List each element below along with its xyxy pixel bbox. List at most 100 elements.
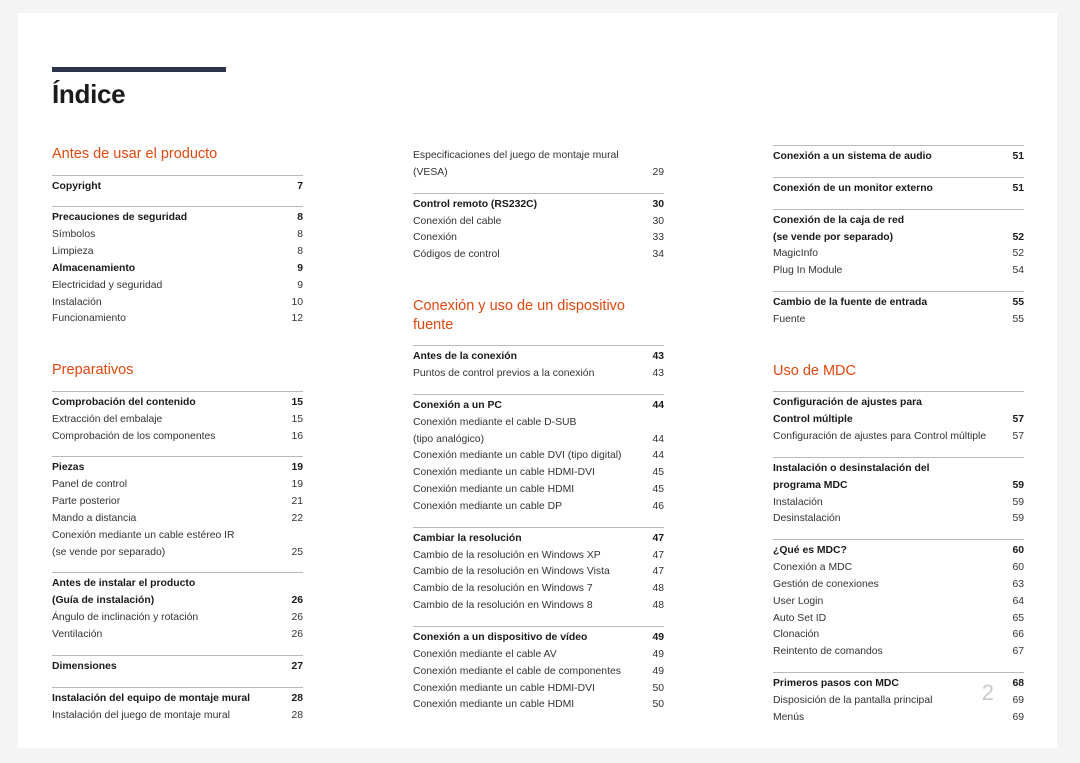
toc-entry-topic[interactable]: Fuente 55 — [773, 312, 1024, 329]
toc-entry-chapter[interactable]: Copyright 7 — [52, 179, 303, 196]
toc-entry-topic[interactable]: Especificaciones del juego de montaje mu… — [413, 148, 664, 165]
toc-entry-label: Extracción del embalaje — [52, 413, 163, 425]
toc-entry-topic[interactable]: Mando a distancia 22 — [52, 511, 303, 528]
toc-entry-topic[interactable]: Instalación 59 — [773, 495, 1024, 512]
toc-entry-label: Panel de control — [52, 479, 128, 491]
toc-group: Configuración de ajustes para Control múl… — [773, 391, 1024, 446]
toc-entry-chapter[interactable]: Conexión a un PC 44 — [413, 398, 664, 415]
toc-entry-label: Cambiar la resolución — [413, 532, 522, 544]
toc-entry-page: 44 — [652, 399, 664, 411]
toc-entry-label: Conexión del cable — [413, 215, 502, 227]
toc-entry-topic[interactable]: Conexión mediante un cable HDMI-DVI 45 — [413, 465, 664, 482]
toc-entry-topic[interactable]: (se vende por separado) 25 — [52, 545, 303, 562]
toc-entry-label: Conexión mediante un cable HDMI-DVI — [413, 467, 595, 479]
toc-entry-topic[interactable]: Puntos de control previos a la conexión 4… — [413, 366, 664, 383]
toc-entry-chapter[interactable]: Precauciones de seguridad 8 — [52, 210, 303, 227]
toc-entry-topic[interactable]: Menús 69 — [773, 710, 1024, 727]
toc-entry-topic[interactable]: Clonación 66 — [773, 627, 1024, 644]
toc-entry-chapter[interactable]: Almacenamiento 9 — [52, 261, 303, 278]
toc-entry-topic[interactable]: Panel de control 19 — [52, 477, 303, 494]
toc-entry-topic[interactable]: Conexión mediante un cable HDMI 45 — [413, 482, 664, 499]
toc-entry-topic[interactable]: Conexión mediante el cable D-SUB — [413, 415, 664, 432]
toc-entry-topic[interactable]: Conexión mediante el cable AV 49 — [413, 647, 664, 664]
toc-entry-topic[interactable]: Instalación del juego de montaje mural 28 — [52, 708, 303, 725]
toc-entry-topic[interactable]: Conexión mediante un cable estéreo IR — [52, 528, 303, 545]
toc-entry-topic[interactable]: Ángulo de inclinación y rotación 26 — [52, 610, 303, 627]
toc-entry-topic[interactable]: Conexión mediante el cable de componente… — [413, 664, 664, 681]
toc-entry-chapter[interactable]: Cambio de la fuente de entrada 55 — [773, 295, 1024, 312]
toc-entry-topic[interactable]: Instalación 10 — [52, 295, 303, 312]
toc-entry-topic[interactable]: Limpieza 8 — [52, 244, 303, 261]
toc-entry-label: Cambio de la resolución en Windows Vista — [413, 566, 610, 578]
toc-entry-chapter[interactable]: Configuración de ajustes para — [773, 395, 1024, 412]
toc-entry-topic[interactable]: Gestión de conexiones 63 — [773, 577, 1024, 594]
toc-entry-chapter[interactable]: Antes de la conexión 43 — [413, 349, 664, 366]
toc-entry-topic[interactable]: Configuración de ajustes para Control mú… — [773, 429, 1024, 446]
toc-entry-chapter[interactable]: (se vende por separado) 52 — [773, 230, 1024, 247]
toc-entry-topic[interactable]: Comprobación de los componentes 16 — [52, 429, 303, 446]
toc-entry-topic[interactable]: Conexión mediante un cable DP 46 — [413, 499, 664, 516]
toc-entry-topic[interactable]: Cambio de la resolución en Windows 8 48 — [413, 598, 664, 615]
toc-entry-topic[interactable]: Códigos de control 34 — [413, 247, 664, 264]
toc-entry-label: Menús — [773, 711, 805, 723]
toc-entry-page: 48 — [652, 583, 664, 595]
toc-entry-label: Conexión mediante un cable DVI (tipo dig… — [413, 450, 622, 462]
toc-entry-chapter[interactable]: (Guía de instalación) 26 — [52, 593, 303, 610]
toc-entry-chapter[interactable]: Piezas 19 — [52, 460, 303, 477]
toc-entry-topic[interactable]: Conexión del cable 30 — [413, 214, 664, 231]
toc-entry-page: 51 — [1012, 182, 1024, 194]
toc-entry-chapter[interactable]: Comprobación del contenido 15 — [52, 395, 303, 412]
toc-entry-chapter[interactable]: Control múltiple 57 — [773, 412, 1024, 429]
toc-entry-topic[interactable]: (tipo analógico) 44 — [413, 432, 664, 449]
toc-entry-topic[interactable]: Símbolos 8 — [52, 227, 303, 244]
toc-entry-chapter[interactable]: Antes de instalar el producto — [52, 576, 303, 593]
toc-entry-topic[interactable]: Parte posterior 21 — [52, 494, 303, 511]
toc-entry-topic[interactable]: Conexión a MDC 60 — [773, 560, 1024, 577]
toc-entry-topic[interactable]: Conexión mediante un cable DVI (tipo dig… — [413, 448, 664, 465]
toc-entry-topic[interactable]: Cambio de la resolución en Windows Vista… — [413, 564, 664, 581]
toc-entry-label: Conexión a un sistema de audio — [773, 151, 932, 162]
toc-entry-chapter[interactable]: Instalación o desinstalación del — [773, 461, 1024, 478]
toc-entry-topic[interactable]: Conexión mediante un cable HDMI-DVI 50 — [413, 681, 664, 698]
toc-entry-topic[interactable]: Reintento de comandos 67 — [773, 644, 1024, 661]
toc-entry-topic[interactable]: Conexión 33 — [413, 230, 664, 247]
toc-entry-chapter[interactable]: Conexión de un monitor externo 51 — [773, 181, 1024, 198]
toc-entry-chapter[interactable]: Control remoto (RS232C) 30 — [413, 197, 664, 214]
toc-entry-topic[interactable]: Cambio de la resolución en Windows 7 48 — [413, 581, 664, 598]
toc-entry-topic[interactable]: Cambio de la resolución en Windows XP 47 — [413, 548, 664, 565]
toc-entry-label: (Guía de instalación) — [52, 595, 155, 607]
toc-entry-topic[interactable]: MagicInfo 52 — [773, 246, 1024, 263]
toc-entry-chapter[interactable]: Conexión de la caja de red — [773, 213, 1024, 230]
toc-entry-page: 60 — [1012, 562, 1024, 574]
toc-group: Especificaciones del juego de montaje mu… — [413, 145, 664, 182]
toc-entry-topic[interactable]: Plug In Module 54 — [773, 263, 1024, 280]
toc-entry-topic[interactable]: User Login 64 — [773, 594, 1024, 611]
toc-entry-topic[interactable]: Extracción del embalaje 15 — [52, 412, 303, 429]
toc-entry-label: Control remoto (RS232C) — [413, 198, 538, 210]
toc-entry-chapter[interactable]: ¿Qué es MDC? 60 — [773, 543, 1024, 560]
toc-entry-label: Reintento de comandos — [773, 646, 883, 658]
toc-entry-page: 45 — [652, 467, 664, 479]
toc-entry-topic[interactable]: Desinstalación 59 — [773, 511, 1024, 528]
toc-entry-chapter[interactable]: programa MDC 59 — [773, 478, 1024, 495]
toc-entry-page: 63 — [1012, 578, 1024, 590]
toc-entry-label: Limpieza — [52, 246, 94, 258]
toc-entry-page: 28 — [291, 692, 303, 704]
toc-entry-chapter[interactable]: Dimensiones 27 — [52, 659, 303, 676]
toc-entry-label: Piezas — [52, 462, 85, 474]
toc-entry-topic[interactable]: Auto Set ID 65 — [773, 611, 1024, 628]
toc-entry-chapter[interactable]: Conexión a un dispositivo de vídeo 49 — [413, 630, 664, 647]
toc-entry-label: (VESA) — [413, 166, 448, 178]
toc-entry-label: Conexión mediante el cable de componente… — [413, 665, 621, 677]
toc-entry-topic[interactable]: Electricidad y seguridad 9 — [52, 278, 303, 295]
toc-entry-topic[interactable]: Conexión mediante un cable HDMI 50 — [413, 697, 664, 714]
toc-entry-topic[interactable]: (VESA) 29 — [413, 165, 664, 182]
toc-entry-topic[interactable]: Funcionamiento 12 — [52, 311, 303, 328]
toc-entry-chapter[interactable]: Instalación del equipo de montaje mural 2… — [52, 691, 303, 708]
toc-entry-chapter[interactable]: Conexión a un sistema de audio 51 — [773, 149, 1024, 166]
toc-entry-topic[interactable]: Ventilación 26 — [52, 627, 303, 644]
toc-entry-label: Instalación del equipo de montaje mural — [52, 692, 251, 704]
toc-entry-label: Precauciones de seguridad — [52, 212, 188, 224]
toc-entry-chapter[interactable]: Cambiar la resolución 47 — [413, 531, 664, 548]
toc-group: Conexión de la caja de red (se vende por … — [773, 208, 1024, 280]
